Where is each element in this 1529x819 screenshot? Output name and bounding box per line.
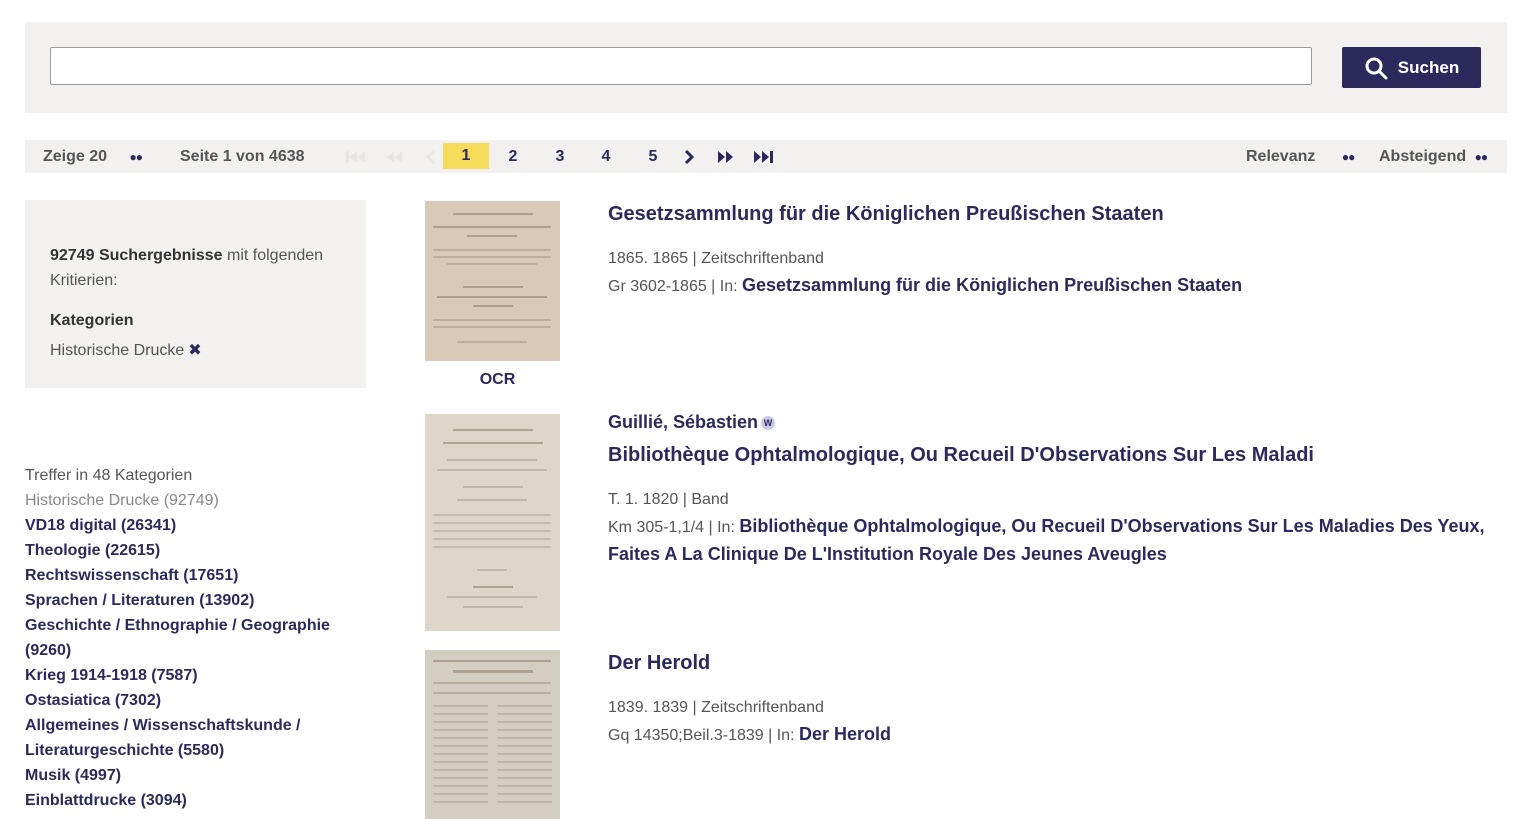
- result-item: Guillié, Sébastien W Bibliothèque Ophtalm…: [608, 412, 1488, 569]
- search-input[interactable]: [50, 47, 1312, 85]
- result-title[interactable]: Der Herold: [608, 649, 1488, 677]
- category-link[interactable]: Ostasiatica (7302): [25, 688, 355, 713]
- page-number-4[interactable]: 4: [583, 140, 629, 173]
- author-link[interactable]: Guillié, Sébastien: [608, 412, 758, 432]
- result-source-link[interactable]: Bibliothèque Ophtalmologique, Ou Recueil…: [608, 516, 1484, 564]
- result-meta: 1865. 1865 | Zeitschriftenband: [608, 250, 824, 267]
- first-page-icon: [341, 140, 371, 173]
- search-icon: [1365, 57, 1388, 79]
- remove-filter-icon[interactable]: ✖: [188, 342, 201, 359]
- result-title[interactable]: Bibliothèque Ophtalmologique, Ou Recueil…: [608, 441, 1488, 469]
- dropdown-dots-icon: ●●: [1341, 150, 1355, 164]
- result-count: 92749 Suchergebnisse mit folgenden Kriti…: [50, 243, 350, 293]
- category-link[interactable]: Theologie (22615): [25, 538, 355, 563]
- result-title[interactable]: Gesetzsammlung für die Königlichen Preuß…: [608, 200, 1488, 228]
- previous-page-icon: [415, 140, 445, 173]
- category-list-heading: Treffer in 48 Kategorien: [25, 467, 193, 484]
- category-link[interactable]: Geschichte / Ethnographie / Geographie (…: [25, 613, 355, 663]
- next-page-icon[interactable]: [675, 140, 705, 173]
- category-link[interactable]: Sprachen / Literaturen (13902): [25, 588, 355, 613]
- fast-forward-icon[interactable]: [710, 140, 740, 173]
- search-button-label: Suchen: [1397, 57, 1460, 77]
- dropdown-dots-icon: ●●: [1474, 150, 1488, 164]
- active-category-label: Historische Drucke: [50, 342, 185, 359]
- result-item: Der Herold 1839. 1839 | Zeitschriftenban…: [608, 649, 1488, 749]
- result-source-link[interactable]: Der Herold: [799, 724, 891, 744]
- fast-back-icon: [380, 140, 410, 173]
- dropdown-dots-icon: ●●: [129, 150, 142, 164]
- result-source-link[interactable]: Gesetzsammlung für die Königlichen Preuß…: [742, 275, 1242, 295]
- category-link[interactable]: Musik (4997): [25, 763, 355, 788]
- result-source: Km 305-1,1/4 | In: Bibliothèque Ophtalmo…: [608, 513, 1488, 569]
- result-count-number: 92749 Suchergebnisse: [50, 247, 223, 264]
- order-label: Absteigend: [1379, 148, 1467, 165]
- result-thumbnail[interactable]: [425, 201, 560, 361]
- category-link[interactable]: Krieg 1914-1918 (7587): [25, 663, 355, 688]
- sort-select[interactable]: Relevanz ●●: [1246, 140, 1355, 173]
- active-filters-box: 92749 Suchergebnisse mit folgenden Kriti…: [25, 200, 366, 388]
- last-page-icon[interactable]: [748, 140, 778, 173]
- category-link[interactable]: Einblattdrucke (3094): [25, 788, 355, 813]
- category-link[interactable]: VD18 digital (26341): [25, 513, 355, 538]
- category-list: Treffer in 48 Kategorien Historische Dru…: [25, 463, 355, 813]
- per-page-select[interactable]: Zeige 20 ●●: [43, 140, 143, 173]
- page-number-1[interactable]: 1: [443, 143, 489, 169]
- result-shelfmark: Gq 14350;Beil.3-1839 | In:: [608, 727, 799, 744]
- page-info: Seite 1 von 4638: [180, 148, 305, 165]
- result-meta: T. 1. 1820 | Band: [608, 491, 729, 508]
- category-current: Historische Drucke (92749): [25, 492, 219, 509]
- sort-label: Relevanz: [1246, 148, 1316, 165]
- order-select[interactable]: Absteigend ●●: [1379, 140, 1488, 173]
- result-source: Gq 14350;Beil.3-1839 | In: Der Herold: [608, 721, 1488, 749]
- result-item: Gesetzsammlung für die Königlichen Preuß…: [608, 200, 1488, 300]
- page-number-5[interactable]: 5: [630, 140, 676, 173]
- pagination-bar: Zeige 20 ●● Seite 1 von 4638 1 2 3 4 5 R…: [25, 140, 1507, 173]
- result-author: Guillié, Sébastien W: [608, 412, 1488, 433]
- active-category: Historische Drucke ✖: [50, 340, 202, 360]
- category-link[interactable]: Rechtswissenschaft (17651): [25, 563, 355, 588]
- result-shelfmark: Km 305-1,1/4 | In:: [608, 519, 740, 536]
- wikipedia-icon[interactable]: W: [761, 416, 776, 431]
- page-number-3[interactable]: 3: [537, 140, 583, 173]
- result-thumbnail[interactable]: [425, 650, 560, 819]
- ocr-link[interactable]: OCR: [425, 371, 570, 389]
- result-meta: 1839. 1839 | Zeitschriftenband: [608, 699, 824, 716]
- search-button[interactable]: Suchen: [1342, 47, 1481, 88]
- categories-heading: Kategorien: [50, 312, 134, 329]
- result-thumbnail[interactable]: [425, 414, 560, 631]
- page-number-2[interactable]: 2: [490, 140, 536, 173]
- result-shelfmark: Gr 3602-1865 | In:: [608, 278, 743, 295]
- result-source: Gr 3602-1865 | In: Gesetzsammlung für di…: [608, 272, 1488, 300]
- per-page-label: Zeige 20: [43, 148, 108, 165]
- category-link[interactable]: Allgemeines / Wissenschaftskunde / Liter…: [25, 713, 355, 763]
